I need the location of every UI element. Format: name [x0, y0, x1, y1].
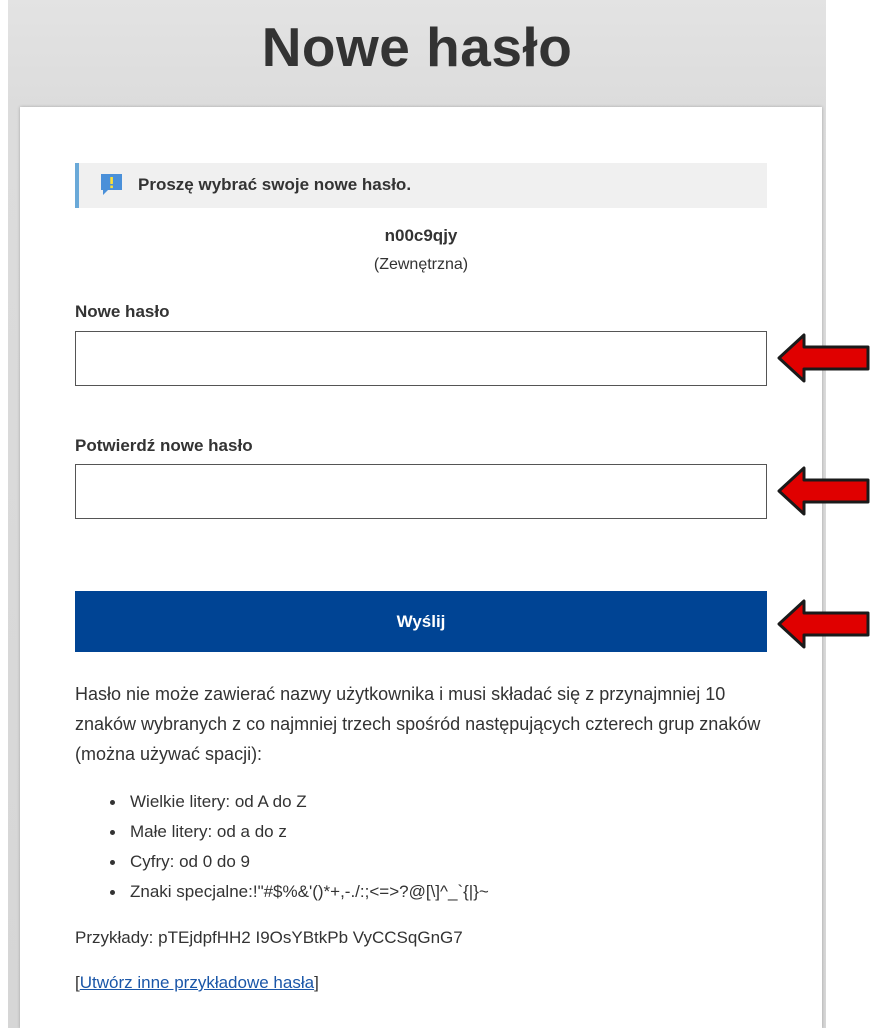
new-password-input[interactable]	[75, 331, 767, 386]
link-bracket-close: ]	[314, 973, 319, 992]
red-arrow-icon	[777, 599, 870, 649]
list-item: Małe litery: od a do z	[110, 817, 489, 847]
submit-button[interactable]: Wyślij	[75, 591, 767, 652]
examples-line: Przykłady: pTEjdpfHH2 I9OsYBtkPb VyCCSqG…	[75, 928, 463, 948]
list-item: Cyfry: od 0 do 9	[110, 847, 489, 877]
list-item: Wielkie litery: od A do Z	[110, 787, 489, 817]
page-title: Nowe hasło	[261, 16, 573, 78]
info-notice-text: Proszę wybrać swoje nowe hasło.	[138, 175, 412, 194]
new-password-label: Nowe hasło	[75, 302, 170, 321]
info-notice: Proszę wybrać swoje nowe hasło.	[75, 163, 767, 208]
password-requirements-text: Hasło nie może zawierać nazwy użytkownik…	[75, 684, 761, 764]
confirm-password-label: Potwierdź nowe hasło	[75, 436, 253, 455]
examples-label: Przykłady:	[75, 928, 154, 947]
password-rules-list: Wielkie litery: od A do Z Małe litery: o…	[110, 787, 489, 907]
exclamation-icon	[99, 173, 124, 197]
user-type: (Zewnętrzna)	[373, 256, 469, 273]
generate-examples: [Utwórz inne przykładowe hasła]	[75, 973, 319, 993]
red-arrow-icon	[777, 466, 870, 516]
username: n00c9qjy	[384, 226, 458, 245]
examples-values: pTEjdpfHH2 I9OsYBtkPb VyCCSqGnG7	[158, 928, 463, 947]
list-item: Znaki specjalne:!"#$%&'()*+,-./:;<=>?@[\…	[110, 877, 489, 907]
red-arrow-icon	[777, 333, 870, 383]
confirm-password-input[interactable]	[75, 464, 767, 519]
generate-examples-link[interactable]: Utwórz inne przykładowe hasła	[80, 973, 314, 992]
